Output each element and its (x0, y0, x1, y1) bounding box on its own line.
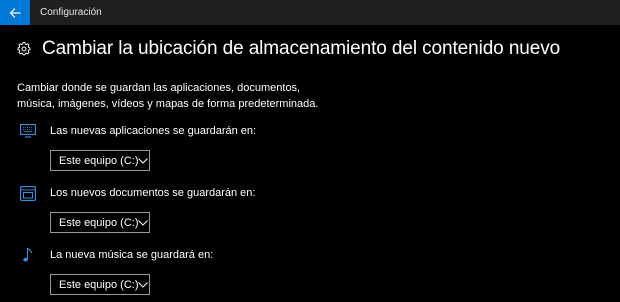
documents-location-label: Los nuevos documentos se guardarán en: (50, 187, 256, 199)
apps-location-label: Las nuevas aplicaciones se guardarán en: (50, 125, 257, 137)
documents-location-dropdown[interactable]: Este equipo (C:) (50, 212, 150, 233)
music-location-label: La nueva música se guardará en: (50, 249, 214, 261)
documents-location-value: Este equipo (C:) (59, 216, 139, 229)
title-bar: Configuración (0, 0, 620, 25)
chevron-down-icon (138, 157, 149, 164)
apps-location-value: Este equipo (C:) (59, 154, 139, 167)
window-title: Configuración (40, 7, 102, 18)
document-folder-icon (20, 185, 36, 201)
page-description: Cambiar donde se guardan las aplicacione… (17, 82, 319, 110)
documents-location-section: Los nuevos documentos se guardarán en: E… (20, 185, 420, 233)
back-arrow-icon (9, 7, 21, 18)
page-title: Cambiar la ubicación de almacenamiento d… (42, 38, 561, 59)
chevron-down-icon (138, 219, 149, 226)
music-location-dropdown[interactable]: Este equipo (C:) (50, 274, 150, 295)
music-note-icon (20, 247, 36, 263)
chevron-down-icon (138, 281, 149, 288)
music-location-value: Este equipo (C:) (59, 278, 139, 291)
gear-icon (17, 42, 31, 56)
page-heading: Cambiar la ubicación de almacenamiento d… (17, 36, 560, 62)
apps-location-dropdown[interactable]: Este equipo (C:) (50, 150, 150, 171)
monitor-icon (20, 123, 36, 139)
apps-location-section: Las nuevas aplicaciones se guardarán en:… (20, 123, 420, 171)
back-button[interactable] (0, 0, 30, 25)
music-location-section: La nueva música se guardará en: Este equ… (20, 247, 420, 295)
